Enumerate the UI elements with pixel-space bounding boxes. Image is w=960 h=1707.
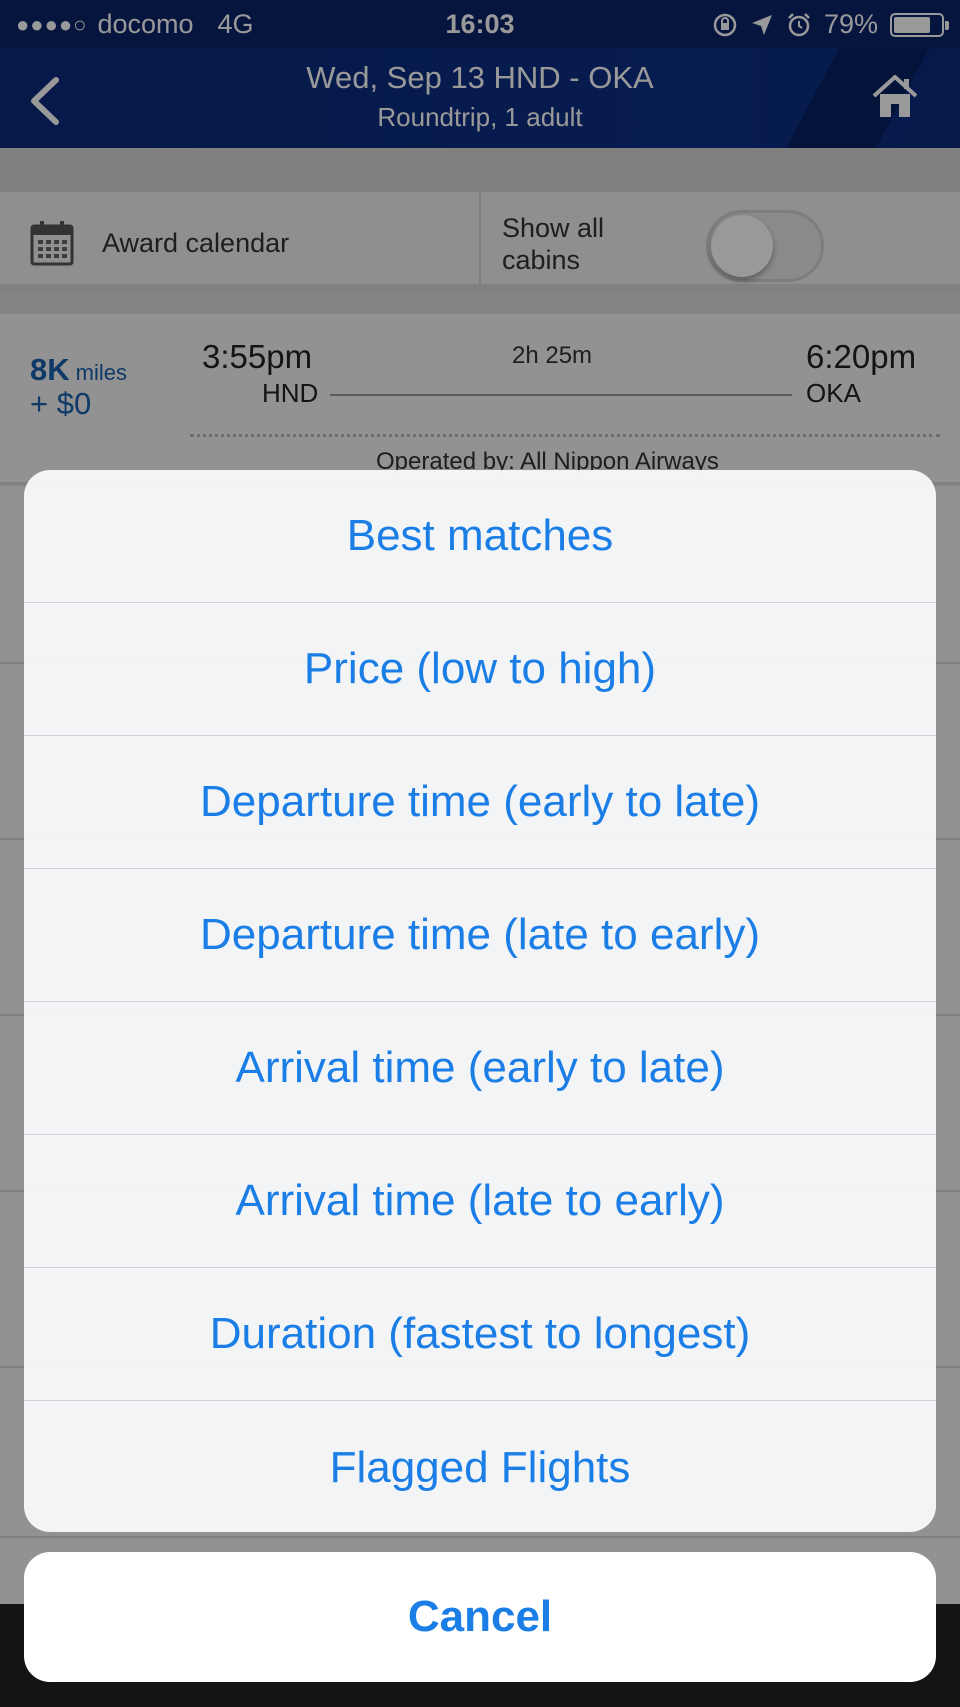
sort-option-duration[interactable]: Duration (fastest to longest) [24,1268,936,1401]
sort-option-arrival-early-late[interactable]: Arrival time (early to late) [24,1002,936,1135]
sort-option-price-low-high[interactable]: Price (low to high) [24,603,936,736]
sort-option-best-matches[interactable]: Best matches [24,470,936,603]
cancel-button[interactable]: Cancel [24,1552,936,1682]
sort-option-departure-early-late[interactable]: Departure time (early to late) [24,736,936,869]
sort-option-arrival-late-early[interactable]: Arrival time (late to early) [24,1135,936,1268]
sort-action-sheet: Best matches Price (low to high) Departu… [24,470,936,1532]
sort-option-departure-late-early[interactable]: Departure time (late to early) [24,869,936,1002]
sort-option-flagged-flights[interactable]: Flagged Flights [24,1401,936,1532]
